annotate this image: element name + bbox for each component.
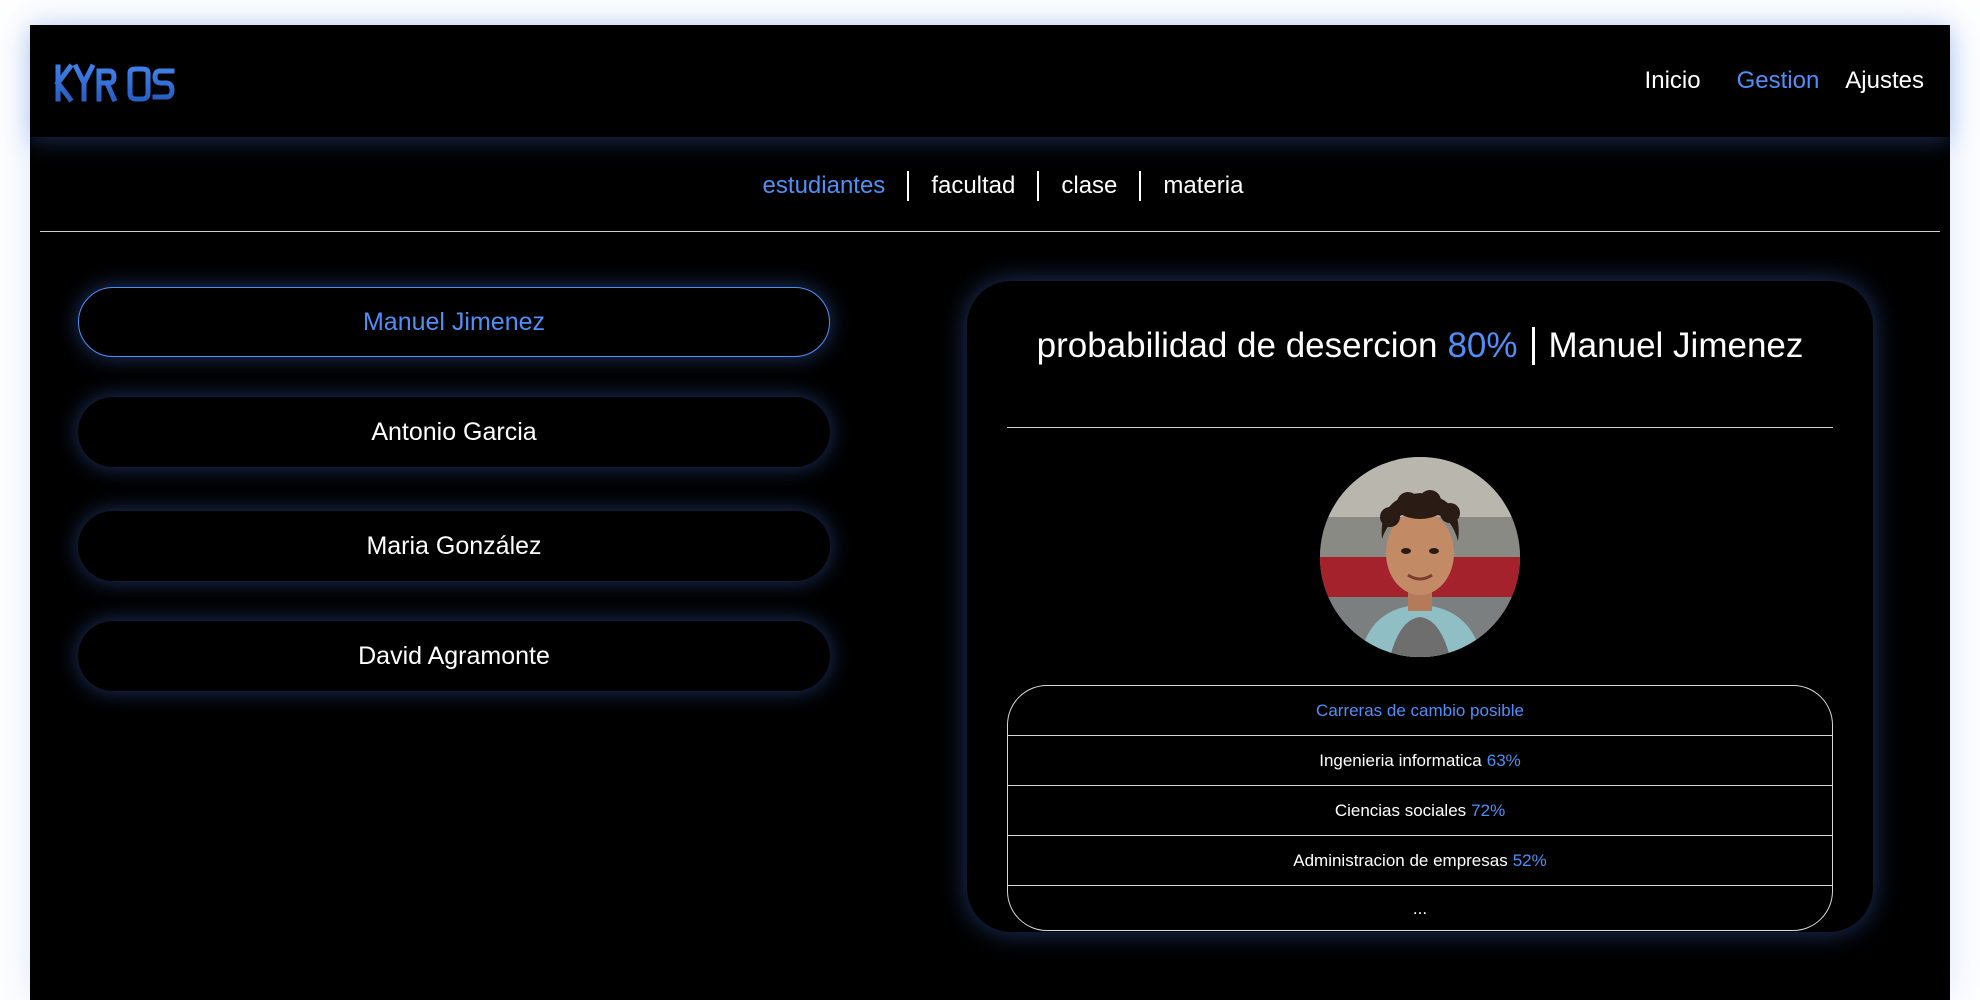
career-more-row[interactable]: ... bbox=[1008, 886, 1832, 930]
dropout-label: probabilidad de desercion bbox=[1036, 326, 1438, 365]
title-separator bbox=[1531, 327, 1535, 365]
app-window: Inicio Gestion Ajustes estudiantes facul… bbox=[30, 25, 1950, 1000]
nav-ajustes[interactable]: Ajustes bbox=[1845, 65, 1924, 97]
student-item-antonio-garcia[interactable]: Antonio Garcia bbox=[78, 397, 830, 467]
main-nav: Inicio Gestion Ajustes bbox=[1645, 65, 1924, 97]
career-change-table: Carreras de cambio posible Ingenieria in… bbox=[1007, 685, 1833, 931]
tab-facultad[interactable]: facultad bbox=[931, 170, 1015, 202]
detail-student-name: Manuel Jimenez bbox=[1548, 326, 1804, 365]
top-header: Inicio Gestion Ajustes bbox=[30, 25, 1950, 137]
career-row[interactable]: Ingenieria informatica 63% bbox=[1008, 736, 1832, 786]
dropout-probability-title: probabilidad de desercion 80% Manuel Jim… bbox=[967, 321, 1873, 371]
student-item-manuel-jimenez[interactable]: Manuel Jimenez bbox=[78, 287, 830, 357]
career-name: Ingenieria informatica bbox=[1319, 750, 1482, 770]
tab-separator bbox=[1139, 171, 1142, 201]
career-row[interactable]: Administracion de empresas 52% bbox=[1008, 836, 1832, 886]
tab-materia[interactable]: materia bbox=[1163, 170, 1243, 202]
tab-estudiantes[interactable]: estudiantes bbox=[763, 170, 886, 202]
student-detail-card: probabilidad de desercion 80% Manuel Jim… bbox=[967, 281, 1873, 932]
career-table-header: Carreras de cambio posible bbox=[1008, 686, 1832, 736]
tab-clase[interactable]: clase bbox=[1061, 170, 1117, 202]
nav-inicio[interactable]: Inicio bbox=[1645, 65, 1701, 97]
career-row[interactable]: Ciencias sociales 72% bbox=[1008, 786, 1832, 836]
career-percentage: 63% bbox=[1486, 750, 1521, 770]
tab-separator bbox=[907, 171, 910, 201]
career-percentage: 72% bbox=[1471, 800, 1506, 820]
student-item-david-agramonte[interactable]: David Agramonte bbox=[78, 621, 830, 691]
tab-separator bbox=[1037, 171, 1040, 201]
dropout-percentage: 80% bbox=[1447, 326, 1518, 365]
nav-gestion[interactable]: Gestion bbox=[1737, 65, 1820, 97]
student-item-maria-gonzalez[interactable]: Maria González bbox=[78, 511, 830, 581]
student-avatar bbox=[1320, 457, 1520, 657]
section-tabs: estudiantes facultad clase materia bbox=[30, 170, 1950, 202]
career-percentage: 52% bbox=[1512, 850, 1547, 870]
career-name: Ciencias sociales bbox=[1334, 800, 1467, 820]
kyrios-logo[interactable] bbox=[54, 63, 176, 103]
detail-divider bbox=[1007, 427, 1833, 428]
career-name: Administracion de empresas bbox=[1293, 850, 1508, 870]
section-divider bbox=[40, 231, 1940, 232]
